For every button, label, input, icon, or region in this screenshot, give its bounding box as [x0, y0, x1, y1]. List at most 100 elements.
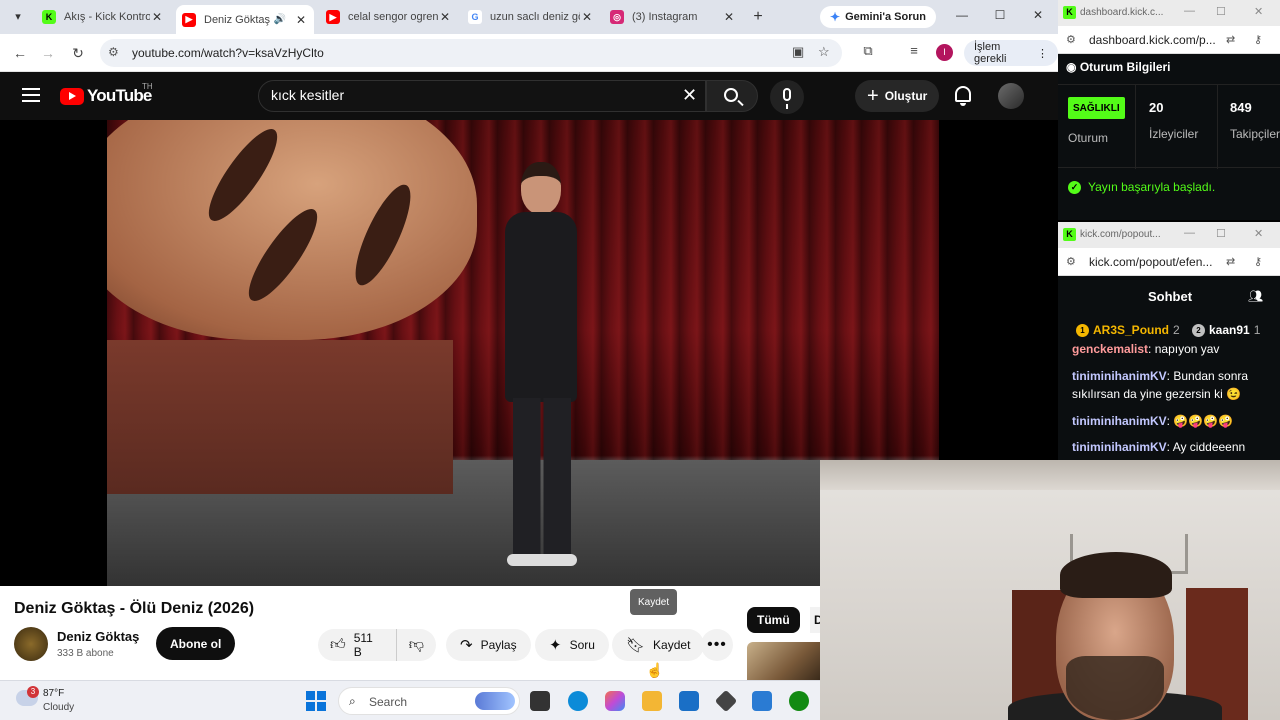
tab-strip: ▾ K Akış - Kick Kontrol ✕ ▶ Deniz Göktaş… [0, 0, 1058, 34]
youtube-play-icon [60, 87, 84, 105]
action-required-button[interactable]: İşlem gerekli ⋮ [964, 40, 1058, 66]
forward-icon[interactable]: → [38, 43, 58, 63]
profile-avatar[interactable]: I [936, 44, 953, 61]
media-control-icon[interactable]: ≡ [904, 43, 924, 58]
translate-icon[interactable]: ⇄ [1226, 255, 1235, 268]
site-info-icon[interactable]: ⚙ [1066, 33, 1076, 46]
site-info-icon[interactable]: ⚙ [108, 45, 119, 59]
chat-message: genckemalist: napıyon yav [1072, 342, 1220, 356]
session-stats: SAĞLIKLI Oturum 20 İzleyiciler 849 Takip… [1058, 84, 1280, 169]
instagram-icon: ◎ [610, 10, 624, 24]
close-icon[interactable]: ✕ [150, 10, 164, 24]
microphone-icon [783, 88, 791, 109]
windows-start-icon[interactable] [306, 691, 326, 711]
chip-next[interactable]: D [810, 607, 820, 633]
account-avatar[interactable] [998, 83, 1024, 109]
close-icon[interactable]: ✕ [438, 10, 452, 24]
thumbs-up-icon: 👍︎ [330, 636, 346, 653]
hamburger-menu-icon[interactable] [22, 88, 40, 102]
minimize-icon[interactable]: — [1184, 5, 1195, 17]
like-button[interactable]: 👍︎ 511 B [318, 629, 397, 661]
maximize-icon[interactable]: ☐ [990, 8, 1010, 22]
kick-chat-window: K kick.com/popout... — ☐ ✕ ⚙ kick.com/po… [1058, 222, 1280, 462]
webcam-overlay [820, 460, 1280, 720]
site-info-icon[interactable]: ⚙ [1066, 255, 1076, 268]
more-actions-button[interactable]: ••• [701, 629, 733, 661]
sparkle-icon: ✦ [549, 637, 562, 654]
tab-kick-kontrol[interactable]: K Akış - Kick Kontrol ✕ [36, 5, 170, 29]
password-key-icon[interactable]: ⚷ [1254, 33, 1262, 46]
country-code: TH [142, 82, 153, 91]
subscribe-button[interactable]: Abone ol [156, 627, 236, 660]
share-button[interactable]: ↷ Paylaş [446, 629, 531, 661]
tab-celal-sengor[interactable]: ▶ celal sengor ogren ✕ [320, 5, 458, 29]
screen: ▾ K Akış - Kick Kontrol ✕ ▶ Deniz Göktaş… [0, 0, 1280, 720]
password-key-icon[interactable]: ⚷ [1254, 255, 1262, 268]
maximize-icon[interactable]: ☐ [1216, 5, 1226, 18]
maximize-icon[interactable]: ☐ [1216, 227, 1226, 240]
channel-avatar[interactable] [14, 627, 48, 661]
mouse-cursor-icon: ☝ [646, 662, 664, 678]
tab-deniz-goktas[interactable]: ▶ Deniz Göktaş 🔊 ✕ [176, 5, 314, 34]
new-tab-icon[interactable]: + [748, 7, 768, 27]
translate-icon[interactable]: ⇄ [1226, 33, 1235, 46]
youtube-header: YouTube TH ✕ + Oluştur [0, 72, 1058, 120]
notifications-bell-icon[interactable] [955, 86, 971, 106]
taskbar-search[interactable]: ⌕ Search [338, 687, 520, 715]
copilot-icon[interactable] [605, 691, 625, 711]
save-button[interactable]: 🔖︎ Kaydet [612, 629, 705, 661]
related-video-thumbnail[interactable] [747, 642, 820, 680]
more-dots-icon: ••• [707, 636, 727, 653]
youtube-logo[interactable]: YouTube [60, 86, 152, 106]
windows-taskbar: 3 87°F Cloudy ⌕ Search [0, 680, 820, 720]
leader-2[interactable]: 2 kaan91 1 [1192, 323, 1260, 337]
close-icon[interactable]: ✕ [294, 13, 308, 27]
voice-search-button[interactable] [770, 80, 804, 114]
chip-all[interactable]: Tümü [747, 607, 800, 633]
tab-google-search[interactable]: G uzun saclı deniz gö ✕ [462, 5, 600, 29]
clear-search-icon[interactable]: ✕ [682, 85, 697, 105]
xbox-icon[interactable] [789, 691, 809, 711]
file-explorer-icon[interactable] [642, 691, 662, 711]
youtube-search-box[interactable] [258, 80, 706, 112]
close-window-icon[interactable]: ✕ [1254, 5, 1263, 18]
close-window-icon[interactable]: ✕ [1254, 227, 1263, 240]
store-icon[interactable] [679, 691, 699, 711]
cast-icon[interactable]: ▣ [792, 44, 804, 60]
edge-icon[interactable] [568, 691, 588, 711]
chat-users-icon[interactable]: 👥︎ [1248, 289, 1263, 303]
app-cube-icon[interactable] [714, 689, 738, 713]
tab-search-icon[interactable]: ▾ [8, 7, 28, 27]
create-button[interactable]: + Oluştur [855, 80, 940, 112]
gemini-button[interactable]: ✦ Gemini'a Sorun [820, 6, 936, 28]
extensions-icon[interactable]: ⧉ [858, 43, 878, 59]
youtube-search-input[interactable] [271, 87, 671, 103]
task-view-icon[interactable] [530, 691, 550, 711]
minimize-icon[interactable]: — [952, 8, 972, 22]
minimize-icon[interactable]: — [1184, 227, 1195, 239]
viewers-count: 20 [1149, 100, 1164, 115]
close-icon[interactable]: ✕ [580, 10, 594, 24]
dislike-button[interactable]: 👎︎ [397, 636, 436, 654]
google-icon: G [468, 10, 482, 24]
search-button[interactable] [706, 80, 758, 112]
omnibox[interactable]: ⚙ youtube.com/watch?v=ksaVzHyClto ▣ ☆ [100, 39, 842, 67]
temperature[interactable]: 87°F [43, 688, 64, 699]
ask-button[interactable]: ✦ Soru [535, 629, 609, 661]
leader-1[interactable]: 1 AR3S_Pound 2 [1076, 323, 1180, 337]
url-text[interactable]: youtube.com/watch?v=ksaVzHyClto [132, 46, 324, 60]
chat-title: Sohbet [1148, 289, 1193, 304]
weather-condition[interactable]: Cloudy [43, 702, 74, 713]
search-icon [724, 88, 738, 102]
back-icon[interactable]: ← [10, 43, 30, 63]
vscode-icon[interactable] [752, 691, 772, 711]
speaker-icon[interactable]: 🔊 [274, 14, 286, 25]
channel-name[interactable]: Deniz Göktaş [57, 629, 139, 644]
close-window-icon[interactable]: ✕ [1028, 8, 1048, 22]
bookmark-star-icon[interactable]: ☆ [818, 44, 830, 60]
close-icon[interactable]: ✕ [722, 10, 736, 24]
tab-instagram[interactable]: ◎ (3) Instagram ✕ [604, 5, 742, 29]
giant-head-sculpture [107, 120, 477, 340]
followers-label: Takipçiler [1230, 127, 1280, 141]
reload-icon[interactable]: ↻ [68, 43, 88, 63]
